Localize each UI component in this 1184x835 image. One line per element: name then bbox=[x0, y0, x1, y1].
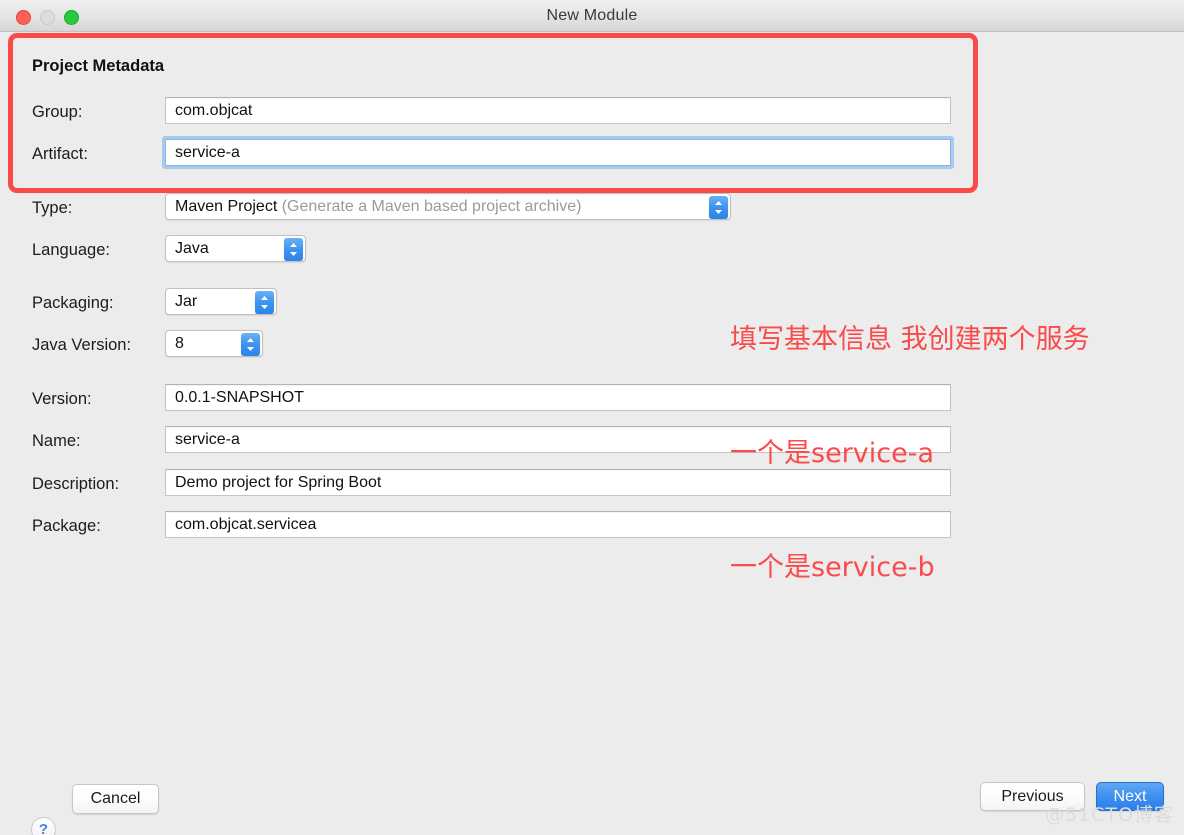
language-select-value: Java bbox=[175, 240, 209, 257]
language-select[interactable]: Java bbox=[165, 235, 306, 262]
packaging-select[interactable]: Jar bbox=[165, 288, 277, 315]
next-button[interactable]: Next bbox=[1096, 782, 1164, 811]
chevron-updown-icon[interactable] bbox=[709, 196, 728, 219]
new-module-dialog: New Module Project Metadata Group: com.o… bbox=[0, 0, 1184, 835]
artifact-row: Artifact: service-a bbox=[0, 139, 1184, 169]
type-select-value: Maven Project bbox=[175, 198, 278, 215]
description-label: Description: bbox=[32, 475, 120, 493]
packaging-select-value: Jar bbox=[175, 293, 198, 310]
language-label: Language: bbox=[32, 241, 110, 259]
chevron-updown-icon[interactable] bbox=[241, 333, 260, 356]
window-titlebar: New Module bbox=[0, 0, 1184, 32]
java-version-label: Java Version: bbox=[32, 336, 132, 354]
type-row: Type: Maven Project (Generate a Maven ba… bbox=[0, 193, 1184, 223]
chevron-updown-icon[interactable] bbox=[255, 291, 274, 314]
version-label: Version: bbox=[32, 390, 92, 408]
window-title: New Module bbox=[546, 7, 638, 24]
group-input[interactable]: com.objcat bbox=[165, 97, 951, 124]
group-label: Group: bbox=[32, 103, 83, 121]
type-label: Type: bbox=[32, 199, 73, 217]
annotation-line-1: 填写基本信息 我创建两个服务 bbox=[730, 324, 1090, 355]
cancel-button[interactable]: Cancel bbox=[72, 784, 159, 814]
artifact-input[interactable]: service-a bbox=[165, 139, 951, 166]
java-version-select[interactable]: 8 bbox=[165, 330, 263, 357]
name-label: Name: bbox=[32, 432, 81, 450]
artifact-label: Artifact: bbox=[32, 145, 88, 163]
java-version-select-value: 8 bbox=[175, 335, 184, 352]
previous-button[interactable]: Previous bbox=[980, 782, 1085, 811]
group-row: Group: com.objcat bbox=[0, 97, 1184, 127]
section-title-project-metadata: Project Metadata bbox=[32, 57, 165, 75]
annotation-line-3: 一个是service-b bbox=[730, 552, 935, 583]
help-button[interactable]: ? bbox=[31, 817, 56, 835]
type-select-hint: (Generate a Maven based project archive) bbox=[281, 198, 582, 215]
packaging-label: Packaging: bbox=[32, 294, 114, 312]
package-label: Package: bbox=[32, 517, 101, 535]
type-select[interactable]: Maven Project (Generate a Maven based pr… bbox=[165, 193, 731, 220]
annotation-line-2: 一个是service-a bbox=[730, 438, 935, 469]
dialog-content: Project Metadata Group: com.objcat Artif… bbox=[0, 32, 1184, 835]
chevron-updown-icon[interactable] bbox=[284, 238, 303, 261]
annotation-text: 填写基本信息 我创建两个服务 一个是service-a 一个是service-b bbox=[730, 245, 1090, 663]
